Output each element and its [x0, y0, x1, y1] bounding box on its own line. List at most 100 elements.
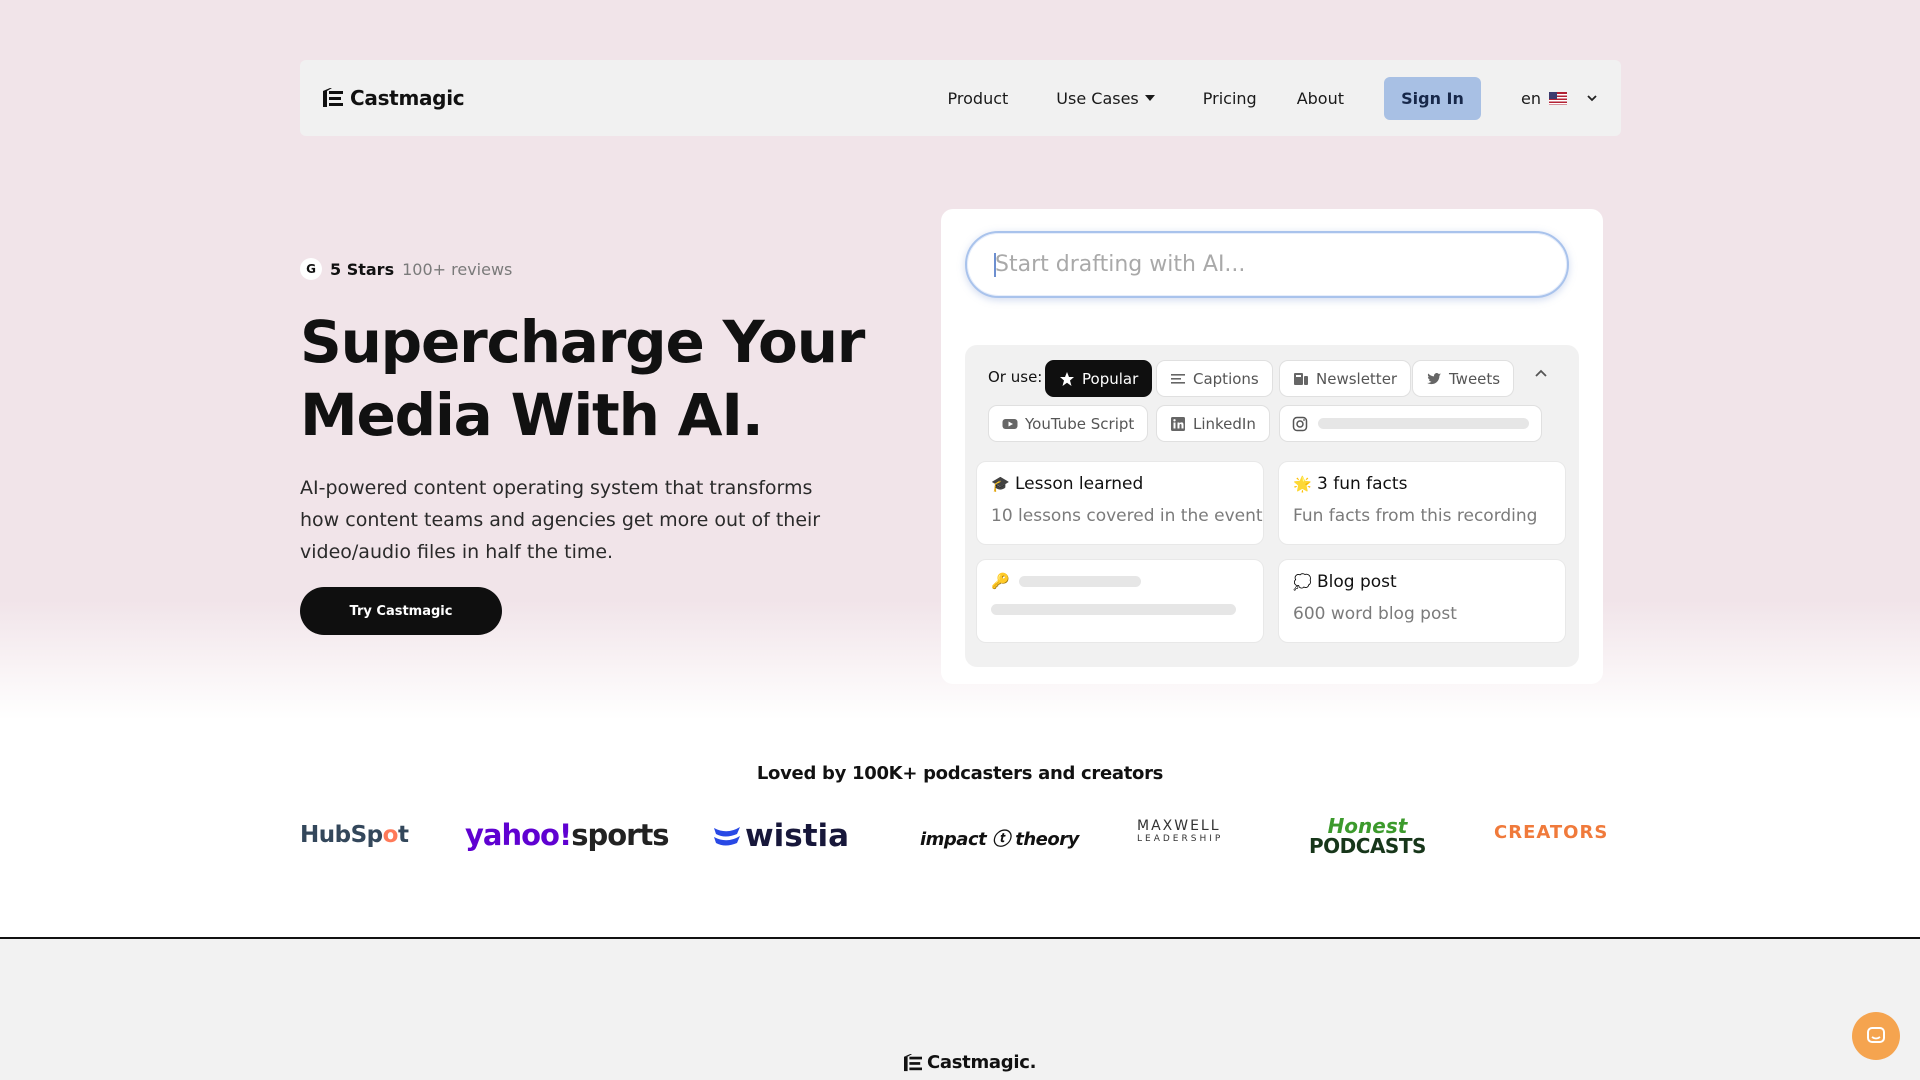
loading-placeholder — [991, 604, 1236, 615]
tile-title: 🌟 3 fun facts — [1293, 474, 1551, 494]
chip-label: LinkedIn — [1193, 414, 1256, 433]
nav-use-cases-label: Use Cases — [1056, 88, 1139, 108]
hero-description: AI-powered content operating system that… — [300, 472, 860, 568]
wistia-logo: wistia — [713, 818, 849, 854]
hero-description-line: how content teams and agencies get more … — [300, 509, 821, 531]
star-burst-icon: 🌟 — [1293, 475, 1312, 493]
template-tile-loading[interactable]: 🔑 — [976, 559, 1264, 643]
hubspot-text: t — [397, 822, 409, 848]
chip-popular[interactable]: Popular — [1045, 360, 1153, 397]
lines-icon — [1171, 373, 1185, 384]
wistia-text: wistia — [745, 818, 850, 854]
yahoo-sports-logo: yahoo!sports — [465, 818, 670, 852]
hubspot-text: HubSp — [300, 822, 383, 848]
chip-label: YouTube Script — [1025, 414, 1135, 433]
honest-podcasts-logo: Honest PODCASTS — [1309, 816, 1426, 856]
section-divider — [0, 937, 1920, 939]
tile-title: 🎓 Lesson learned — [991, 474, 1249, 494]
tile-subtitle: 10 lessons covered in the event — [991, 506, 1263, 526]
chevron-up-icon[interactable] — [1532, 365, 1550, 383]
chip-label: Newsletter — [1316, 369, 1398, 388]
chip-label: Popular — [1082, 369, 1139, 388]
tile-title: 💭 Blog post — [1293, 572, 1551, 592]
brand-logo[interactable]: Castmagic — [322, 86, 465, 110]
hero-title: Supercharge Your Media With AI. — [300, 306, 900, 452]
top-navbar: Castmagic Product Use Cases Pricing Abou… — [300, 60, 1621, 136]
graduation-cap-icon: 🎓 — [991, 475, 1010, 493]
template-tile-fun-facts[interactable]: 🌟 3 fun facts Fun facts from this record… — [1278, 461, 1566, 545]
rating-badge: G 5 Stars 100+ reviews — [300, 258, 512, 280]
chat-launcher-button[interactable] — [1852, 1012, 1900, 1060]
language-selector[interactable]: en — [1521, 89, 1599, 108]
loading-placeholder — [1019, 575, 1141, 587]
twitter-icon — [1427, 372, 1441, 384]
honest-text: Honest — [1327, 814, 1408, 838]
nav-links: Product Use Cases Pricing About Sign In … — [948, 76, 1599, 120]
hubspot-sprocket: o — [382, 822, 399, 848]
chip-tweets[interactable]: Tweets — [1412, 360, 1515, 397]
tile-title-text: Lesson learned — [1015, 474, 1144, 494]
hero-description-line: AI-powered content operating system that… — [300, 477, 813, 499]
chip-linkedin[interactable]: LinkedIn — [1156, 405, 1270, 442]
language-code: en — [1521, 88, 1541, 108]
drafting-card: Or use: Popular Captions Newsletter Twee… — [941, 209, 1603, 684]
try-castmagic-button[interactable]: Try Castmagic — [300, 587, 502, 635]
or-use-label: Or use: — [988, 368, 1043, 386]
ai-draft-input[interactable] — [965, 231, 1569, 298]
stars-label: 5 Stars — [330, 259, 395, 279]
brand-name: Castmagic — [350, 86, 465, 110]
maxwell-text: MAXWELL — [1137, 818, 1221, 834]
wistia-mark-icon — [714, 827, 740, 846]
thought-bubble-icon: 💭 — [1293, 573, 1312, 591]
template-tile-blog-post[interactable]: 💭 Blog post 600 word blog post — [1278, 559, 1566, 643]
caret-down-icon — [1144, 95, 1155, 101]
chip-captions[interactable]: Captions — [1156, 360, 1273, 397]
template-tile-lesson-learned[interactable]: 🎓 Lesson learned 10 lessons covered in t… — [976, 461, 1264, 545]
g2-icon: G — [300, 258, 322, 280]
creators-logo: CREATORS — [1494, 822, 1609, 843]
chip-label: Tweets — [1449, 369, 1501, 388]
chat-icon — [1867, 1027, 1885, 1043]
impact-theory-logo: impact ⓣ theory — [920, 829, 1079, 850]
nav-about-link[interactable]: About — [1297, 89, 1344, 108]
linkedin-icon — [1171, 416, 1185, 431]
sign-in-button[interactable]: Sign In — [1384, 76, 1482, 120]
tile-title: 🔑 — [991, 572, 1249, 590]
chip-instagram-loading[interactable] — [1279, 405, 1542, 442]
maxwell-leadership-logo: MAXWELL LEADERSHIP — [1137, 818, 1224, 846]
youtube-icon — [1002, 418, 1018, 429]
footer-brand-name: Castmagic. — [927, 1052, 1037, 1073]
podcasts-text: PODCASTS — [1309, 834, 1426, 858]
us-flag-icon — [1549, 91, 1567, 105]
nav-product-link[interactable]: Product — [948, 89, 1009, 108]
star-icon — [1060, 371, 1074, 386]
text-cursor — [994, 253, 996, 277]
hero-description-line: video/audio files in half the time. — [300, 541, 614, 563]
footer-brand-logo[interactable]: Castmagic. — [903, 1052, 1036, 1073]
hubspot-logo: HubSpot — [300, 822, 409, 848]
tile-subtitle: Fun facts from this recording — [1293, 506, 1538, 526]
social-proof-heading: Loved by 100K+ podcasters and creators — [756, 763, 1164, 784]
hero-title-line: Supercharge Your — [300, 308, 865, 376]
newsletter-icon — [1294, 372, 1308, 385]
key-icon: 🔑 — [991, 572, 1010, 590]
chip-newsletter[interactable]: Newsletter — [1279, 360, 1412, 397]
template-panel: Or use: Popular Captions Newsletter Twee… — [965, 345, 1579, 667]
sports-text: sports — [571, 818, 669, 852]
reviews-label: 100+ reviews — [402, 259, 513, 279]
chip-youtube-script[interactable]: YouTube Script — [988, 405, 1149, 442]
hero-title-line: Media With AI. — [300, 381, 764, 449]
castmagic-logo-icon — [323, 88, 343, 107]
yahoo-text: yahoo! — [465, 818, 572, 852]
castmagic-logo-icon — [904, 1053, 922, 1071]
loading-placeholder — [1318, 418, 1529, 429]
maxwell-subtext: LEADERSHIP — [1137, 834, 1224, 844]
chevron-down-icon — [1587, 95, 1597, 102]
instagram-icon — [1292, 416, 1308, 431]
tile-subtitle: 600 word blog post — [1293, 604, 1457, 624]
tile-title-text: Blog post — [1317, 572, 1397, 592]
nav-use-cases-dropdown[interactable]: Use Cases — [1056, 88, 1155, 108]
tile-title-text: 3 fun facts — [1317, 474, 1408, 494]
nav-pricing-link[interactable]: Pricing — [1203, 89, 1257, 108]
chip-label: Captions — [1193, 369, 1259, 388]
